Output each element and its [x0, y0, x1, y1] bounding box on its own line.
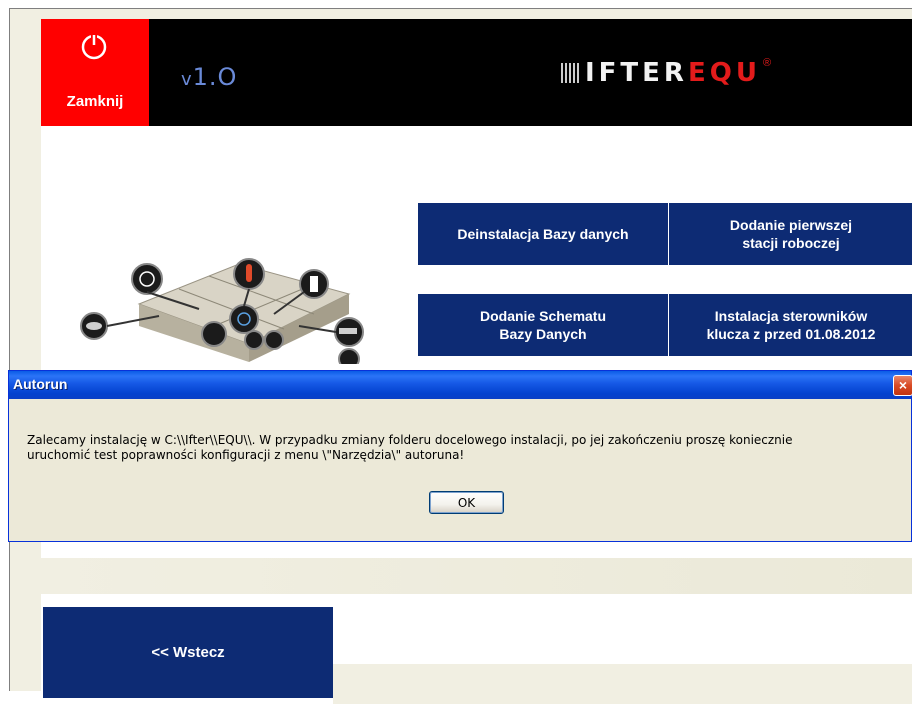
add-first-station-button[interactable]: Dodanie pierwszej stacji roboczej: [669, 203, 912, 265]
dialog-close-icon[interactable]: ×: [893, 375, 912, 396]
installer-panel: Zamknij v1.O IFTEREQU ® Deinstalacja Baz…: [41, 19, 912, 704]
autorun-dialog: Autorun × Zalecamy instalację w C:\\Ifte…: [8, 370, 912, 542]
back-label: << Wstecz: [151, 644, 225, 661]
close-app-button[interactable]: Zamknij: [41, 19, 149, 126]
ifter-logo: IFTEREQU ®: [561, 57, 772, 88]
add-first-station-label-line2: stacji roboczej: [742, 235, 840, 251]
version-number: 1.O: [192, 63, 238, 91]
header: Zamknij v1.O IFTEREQU ®: [41, 19, 912, 126]
add-first-station-label-line1: Dodanie pierwszej: [729, 217, 853, 233]
uninstall-database-button[interactable]: Deinstalacja Bazy danych: [418, 203, 668, 265]
building-illustration: [80, 258, 364, 364]
installer-window: Zamknij v1.O IFTEREQU ® Deinstalacja Baz…: [9, 8, 912, 704]
ifter-logo-icon: [561, 63, 579, 83]
lower-panel: [333, 664, 912, 704]
power-icon: [81, 34, 107, 60]
install-drivers-label-line2: klucza z przed 01.08.2012: [706, 326, 876, 342]
back-button[interactable]: << Wstecz: [43, 607, 333, 698]
add-schema-label-line1: Dodanie Schematu: [479, 308, 607, 324]
logo-text-white: IFTER: [585, 58, 688, 88]
dialog-message-line2: uruchomić test poprawności konfiguracji …: [27, 448, 465, 462]
logo-text-red: EQU: [687, 58, 761, 88]
install-drivers-label-line1: Instalacja sterowników: [714, 308, 868, 324]
dialog-title: Autorun: [13, 376, 68, 392]
add-schema-label-line2: Bazy Danych: [499, 326, 587, 342]
logo-text: IFTEREQU: [585, 58, 761, 88]
uninstall-database-label: Deinstalacja Bazy danych: [457, 226, 629, 242]
dialog-titlebar[interactable]: Autorun ×: [9, 371, 912, 399]
version-label: v1.O: [181, 63, 237, 91]
registered-mark: ®: [762, 57, 772, 69]
dialog-message-line1: Zalecamy instalację w C:\\Ifter\\EQU\\. …: [27, 433, 793, 447]
ok-button[interactable]: OK: [429, 491, 504, 514]
version-prefix: v: [181, 69, 193, 90]
separator-bar: [41, 558, 912, 594]
close-app-label: Zamknij: [66, 93, 124, 110]
dialog-message: Zalecamy instalację w C:\\Ifter\\EQU\\. …: [27, 433, 907, 463]
add-schema-button[interactable]: Dodanie Schematu Bazy Danych: [418, 294, 668, 356]
install-drivers-button[interactable]: Instalacja sterowników klucza z przed 01…: [669, 294, 912, 356]
